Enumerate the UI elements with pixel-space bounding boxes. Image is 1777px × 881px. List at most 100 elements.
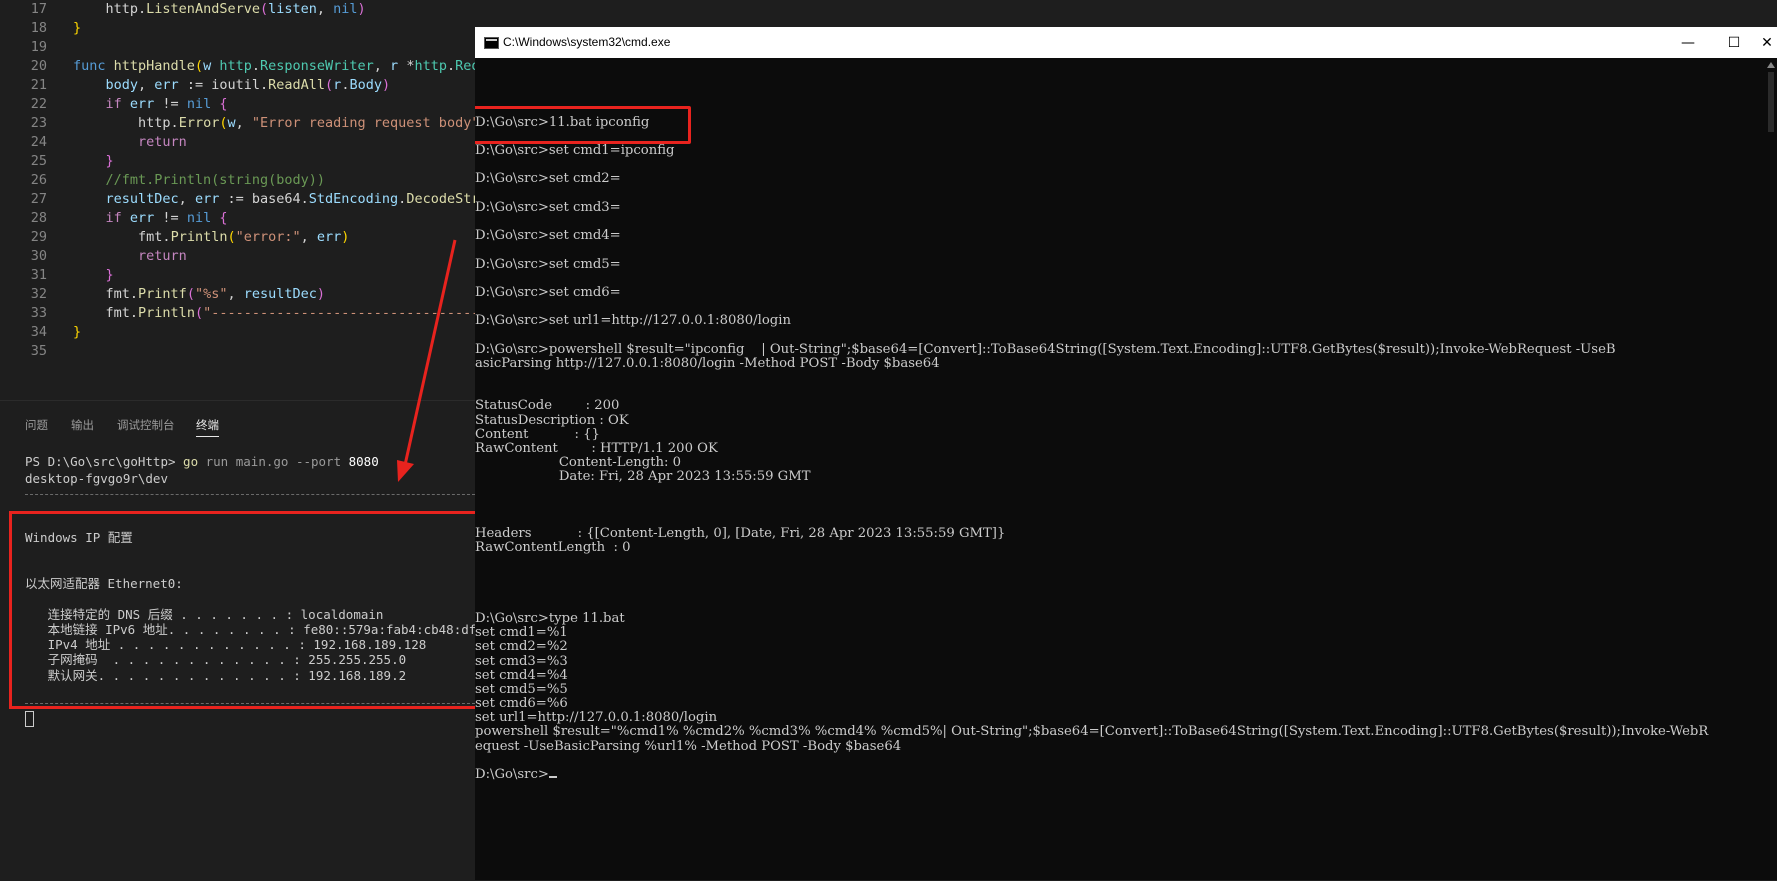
code-line[interactable]: 32 fmt.Printf("%s", resultDec) xyxy=(0,285,475,304)
code-token: ( xyxy=(227,229,236,245)
console-line: D:\Go\src>set cmd4= xyxy=(475,228,621,244)
code-token: . xyxy=(138,1,147,17)
line-number: 26 xyxy=(30,172,47,188)
code-token: Error xyxy=(178,115,220,131)
code-token: w xyxy=(227,115,236,131)
scroll-up-icon[interactable] xyxy=(1767,62,1775,68)
code-token: //fmt.Println(string(body)) xyxy=(105,172,325,188)
console-line-text: D:\Go\src>set url1=http://127.0.0.1:8080… xyxy=(475,313,791,329)
code-line[interactable]: 23 http.Error(w, "Error reading request … xyxy=(0,114,475,133)
terminal-command-line[interactable]: PS D:\Go\src\goHttp> go run main.go --po… xyxy=(25,453,379,470)
code-token: if xyxy=(105,210,130,226)
code-line[interactable]: 19 xyxy=(0,38,475,57)
code-token: listen xyxy=(268,1,317,17)
console-line-text: powershell $result="%cmd1% %cmd2% %cmd3%… xyxy=(475,724,1709,740)
bottom-panel: 问题 输出 调试控制台 终端 PS D:\Go\src\goHttp> go r… xyxy=(0,400,475,881)
code-token: http xyxy=(138,115,171,131)
scroll-thumb[interactable] xyxy=(1768,72,1774,132)
console-line-text: Content-Length: 0 xyxy=(475,455,682,471)
console-line-text: StatusDescription : OK xyxy=(475,412,629,428)
code-token: ResponseWriter xyxy=(259,58,374,74)
code-line[interactable]: 22 if err != nil { xyxy=(0,95,475,114)
minimize-button[interactable]: — xyxy=(1665,27,1711,58)
code-token: } xyxy=(105,153,114,169)
console-line-text: RawContentLength : 0 xyxy=(475,540,631,556)
tab-problems[interactable]: 问题 xyxy=(25,417,48,433)
code-token: r xyxy=(390,58,407,74)
code-line[interactable]: 25 } xyxy=(0,152,475,171)
code-token: } xyxy=(73,324,82,340)
line-number: 30 xyxy=(30,248,47,264)
code-line[interactable]: 21 body, err := ioutil.ReadAll(r.Body) xyxy=(0,76,475,95)
code-token: ( xyxy=(194,305,204,321)
code-token: . xyxy=(446,58,456,74)
code-line[interactable]: 33 fmt.Println("------------------------… xyxy=(0,304,475,323)
console-line: Date: Fri, 28 Apr 2023 13:55:59 GMT xyxy=(475,469,811,485)
code-line[interactable]: 30 return xyxy=(0,247,475,266)
code-line[interactable]: 29 fmt.Println("error:", err) xyxy=(0,228,475,247)
tab-terminal[interactable]: 终端 xyxy=(196,417,219,437)
code-editor[interactable]: 17 http.ListenAndServe(listen, nil) 18} 19… xyxy=(0,0,475,400)
code-token: resultDec xyxy=(243,286,317,302)
console-line-text: set cmd3=%3 xyxy=(475,653,568,669)
console-line-text: D:\Go\src>set cmd2= xyxy=(475,171,621,187)
code-line[interactable]: 27 resultDec, err := base64.StdEncoding.… xyxy=(0,190,475,209)
code-token: ListenAndServe xyxy=(146,1,260,17)
tab-debug-console[interactable]: 调试控制台 xyxy=(117,417,175,433)
cmd-window: C:\Windows\system32\cmd.exe — ☐ ✕ D:\Go\… xyxy=(475,27,1777,880)
code-token: ) xyxy=(341,229,350,245)
code-text: } xyxy=(73,266,114,285)
code-line[interactable]: 28 if err != nil { xyxy=(0,209,475,228)
code-text: http.ListenAndServe(listen, nil) xyxy=(73,0,366,19)
code-line[interactable]: 20 func httpHandle(w http.ResponseWriter,… xyxy=(0,57,475,76)
scrollbar[interactable] xyxy=(1765,58,1777,880)
console-line: D:\Go\src>set cmd5= xyxy=(475,257,621,273)
code-line[interactable]: 34} xyxy=(0,323,475,342)
title-bar[interactable]: C:\Windows\system32\cmd.exe — ☐ ✕ xyxy=(475,27,1777,58)
code-token: resultDec xyxy=(105,191,179,207)
console-line: asicParsing http://127.0.0.1:8080/login … xyxy=(475,356,940,372)
console-line: D:\Go\src>set cmd1=ipconfig xyxy=(475,143,674,159)
code-line[interactable]: 17 http.ListenAndServe(listen, nil) xyxy=(0,0,475,19)
terminal-cursor xyxy=(25,711,34,727)
console-output[interactable]: D:\Go\src>11.bat ipconfig D:\Go\src>set c… xyxy=(475,58,1765,880)
command-highlight-box xyxy=(475,105,691,144)
console-line-text: set cmd2=%2 xyxy=(475,639,568,655)
code-token: . xyxy=(162,229,171,245)
code-token: err xyxy=(129,210,155,226)
line-number: 27 xyxy=(30,191,47,207)
code-token: Printf xyxy=(138,286,187,302)
code-token: nil xyxy=(186,96,212,112)
code-line[interactable]: 18} xyxy=(0,19,475,38)
code-text: } xyxy=(73,152,114,171)
console-line-text: D:\Go\src> xyxy=(475,767,549,782)
code-token: DecodeStrin xyxy=(406,191,475,207)
console-line-text: D:\Go\src>set cmd4= xyxy=(475,228,621,244)
code-text: if err != nil { xyxy=(73,95,228,114)
line-number: 32 xyxy=(30,286,47,302)
code-line[interactable]: 31 } xyxy=(0,266,475,285)
code-line[interactable]: 24 return xyxy=(0,133,475,152)
console-line-text: set cmd5=%5 xyxy=(475,681,568,697)
console-line-text: Headers : {[Content-Length, 0], [Date, F… xyxy=(475,525,1006,541)
code-token: , xyxy=(178,191,195,207)
console-line-text: D:\Go\src>type 11.bat xyxy=(475,611,625,627)
console-line: D:\Go\src>set cmd3= xyxy=(475,200,621,216)
code-text: fmt.Printf("%s", resultDec) xyxy=(73,285,326,304)
line-number: 21 xyxy=(30,77,47,93)
code-line[interactable]: 26 //fmt.Println(string(body)) xyxy=(0,171,475,190)
tab-output[interactable]: 输出 xyxy=(71,417,94,433)
close-button[interactable]: ✕ xyxy=(1757,27,1777,58)
code-line[interactable]: 35 xyxy=(0,342,475,361)
code-token: err xyxy=(129,96,155,112)
console-line-text: D:\Go\src>powershell $result="ipconfig |… xyxy=(475,341,1616,357)
code-token: Reque xyxy=(455,58,475,74)
code-token: return xyxy=(138,134,187,150)
maximize-button[interactable]: ☐ xyxy=(1711,27,1757,58)
